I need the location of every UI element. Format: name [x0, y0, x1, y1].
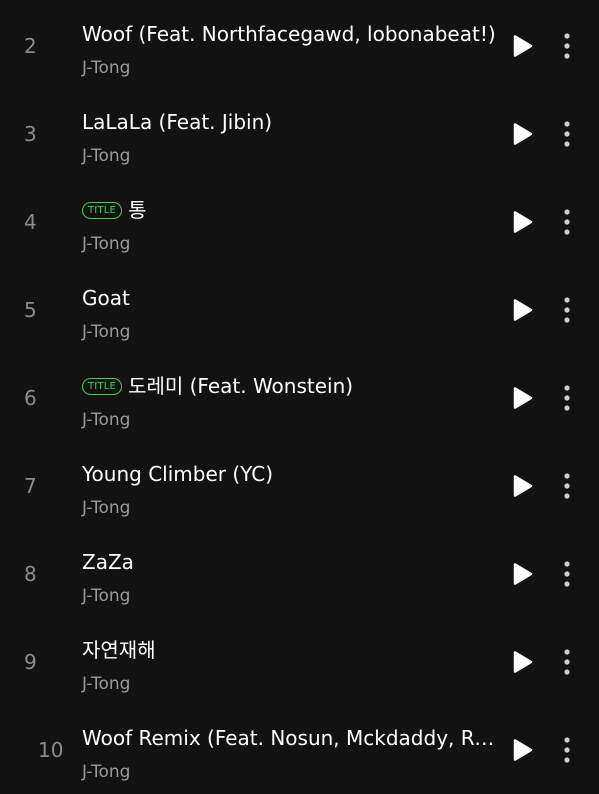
- track-info[interactable]: LaLaLa (Feat. Jibin) J-Tong: [82, 90, 502, 178]
- play-icon: [513, 387, 533, 409]
- play-button[interactable]: [508, 384, 536, 412]
- play-button[interactable]: [508, 296, 536, 324]
- play-icon: [513, 475, 533, 497]
- track-title: Woof (Feat. Northfacegawd, lobonabeat!): [82, 22, 496, 46]
- play-button[interactable]: [508, 120, 536, 148]
- track-title: Woof Remix (Feat. Nosun, Mckdaddy, Raf…: [82, 726, 502, 750]
- track-row[interactable]: 6 TITLE 도레미 (Feat. Wonstein) J-Tong: [0, 354, 599, 442]
- track-row[interactable]: 3 LaLaLa (Feat. Jibin) J-Tong: [0, 90, 599, 178]
- track-title: ZaZa: [82, 550, 134, 574]
- track-title: 자연재해: [82, 638, 156, 662]
- track-info[interactable]: Woof (Feat. Northfacegawd, lobonabeat!) …: [82, 2, 502, 90]
- track-artist: J-Tong: [82, 498, 131, 518]
- play-button[interactable]: [508, 208, 536, 236]
- play-button[interactable]: [508, 648, 536, 676]
- track-artist: J-Tong: [82, 762, 131, 782]
- track-info[interactable]: Woof Remix (Feat. Nosun, Mckdaddy, Raf… …: [82, 706, 502, 794]
- play-button[interactable]: [508, 560, 536, 588]
- track-info[interactable]: ZaZa J-Tong: [82, 530, 502, 618]
- more-vertical-icon: [564, 297, 570, 323]
- play-icon: [513, 651, 533, 673]
- track-info[interactable]: TITLE 도레미 (Feat. Wonstein) J-Tong: [82, 354, 502, 442]
- track-title: Goat: [82, 286, 130, 310]
- more-options-button[interactable]: [557, 382, 577, 414]
- more-vertical-icon: [564, 385, 570, 411]
- track-title: LaLaLa (Feat. Jibin): [82, 110, 273, 134]
- more-options-button[interactable]: [557, 30, 577, 62]
- track-row[interactable]: 2 Woof (Feat. Northfacegawd, lobonabeat!…: [0, 2, 599, 90]
- track-info[interactable]: 자연재해 J-Tong: [82, 618, 502, 706]
- track-row[interactable]: 7 Young Climber (YC) J-Tong: [0, 442, 599, 530]
- track-row[interactable]: 5 Goat J-Tong: [0, 266, 599, 354]
- play-icon: [513, 211, 533, 233]
- track-number: 6: [24, 386, 37, 410]
- track-title-line: Woof Remix (Feat. Nosun, Mckdaddy, Raf…: [82, 724, 502, 752]
- more-vertical-icon: [564, 561, 570, 587]
- play-icon: [513, 299, 533, 321]
- track-title-line: LaLaLa (Feat. Jibin): [82, 108, 502, 136]
- play-icon: [513, 35, 533, 57]
- track-row[interactable]: 10 Woof Remix (Feat. Nosun, Mckdaddy, Ra…: [0, 706, 599, 788]
- play-button[interactable]: [508, 472, 536, 500]
- more-vertical-icon: [564, 649, 570, 675]
- track-info[interactable]: TITLE 통 J-Tong: [82, 178, 502, 266]
- more-options-button[interactable]: [557, 118, 577, 150]
- track-artist: J-Tong: [82, 674, 131, 694]
- track-title-line: ZaZa: [82, 548, 502, 576]
- more-options-button[interactable]: [557, 470, 577, 502]
- track-title-line: Goat: [82, 284, 502, 312]
- more-options-button[interactable]: [557, 294, 577, 326]
- track-row[interactable]: 9 자연재해 J-Tong: [0, 618, 599, 706]
- more-options-button[interactable]: [557, 558, 577, 590]
- track-title: Young Climber (YC): [82, 462, 274, 486]
- track-number: 2: [24, 34, 37, 58]
- track-number: 8: [24, 562, 37, 586]
- more-options-button[interactable]: [557, 734, 577, 766]
- track-title-line: TITLE 통: [82, 196, 502, 224]
- more-vertical-icon: [564, 33, 570, 59]
- play-button[interactable]: [508, 736, 536, 764]
- track-number: 4: [24, 210, 37, 234]
- track-title-line: TITLE 도레미 (Feat. Wonstein): [82, 372, 502, 400]
- play-button[interactable]: [508, 32, 536, 60]
- play-icon: [513, 123, 533, 145]
- more-options-button[interactable]: [557, 646, 577, 678]
- track-artist: J-Tong: [82, 146, 131, 166]
- track-list: 2 Woof (Feat. Northfacegawd, lobonabeat!…: [0, 0, 599, 788]
- title-track-badge: TITLE: [82, 201, 123, 219]
- track-title: 통: [128, 198, 147, 222]
- track-artist: J-Tong: [82, 322, 131, 342]
- track-number: 3: [24, 122, 37, 146]
- track-number: 5: [24, 298, 37, 322]
- track-number: 7: [24, 474, 37, 498]
- track-title-line: Woof (Feat. Northfacegawd, lobonabeat!): [82, 20, 502, 48]
- track-title-line: Young Climber (YC): [82, 460, 502, 488]
- track-info[interactable]: Goat J-Tong: [82, 266, 502, 354]
- track-artist: J-Tong: [82, 586, 131, 606]
- track-info[interactable]: Young Climber (YC) J-Tong: [82, 442, 502, 530]
- more-vertical-icon: [564, 121, 570, 147]
- title-track-badge: TITLE: [82, 377, 123, 395]
- track-artist: J-Tong: [82, 234, 131, 254]
- track-artist: J-Tong: [82, 410, 131, 430]
- play-icon: [513, 739, 533, 761]
- more-options-button[interactable]: [557, 206, 577, 238]
- more-vertical-icon: [564, 473, 570, 499]
- more-vertical-icon: [564, 209, 570, 235]
- track-row[interactable]: 4 TITLE 통 J-Tong: [0, 178, 599, 266]
- play-icon: [513, 563, 533, 585]
- track-number: 9: [24, 650, 37, 674]
- track-title-line: 자연재해: [82, 636, 502, 664]
- more-vertical-icon: [564, 737, 570, 763]
- track-artist: J-Tong: [82, 58, 131, 78]
- track-title: 도레미 (Feat. Wonstein): [128, 374, 354, 398]
- track-row[interactable]: 8 ZaZa J-Tong: [0, 530, 599, 618]
